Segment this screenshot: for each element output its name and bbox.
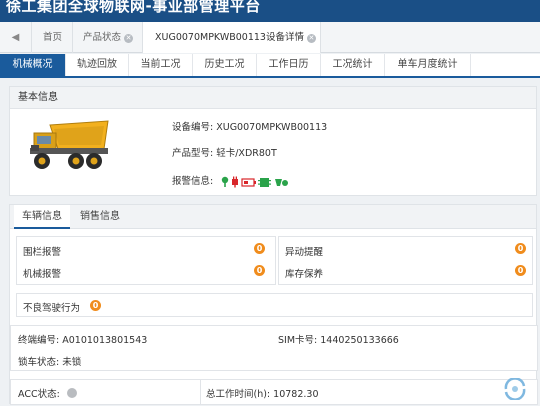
sub-tab-bar: 机械概况 轨迹回放 当前工况 历史工况 工作日历 工况统计 单车月度统计	[0, 54, 540, 78]
alarm-box-right: 异动提醒 0 库存保养 0	[278, 236, 533, 285]
tab-product-status[interactable]: 产品状态 ✕	[73, 22, 143, 53]
acc-status: ACC状态:	[18, 386, 77, 400]
signal-icon	[275, 178, 289, 186]
close-icon[interactable]: ✕	[124, 34, 134, 43]
alarm-status-icons	[222, 176, 289, 187]
basic-info-panel: 基本信息 设备编号: XUG0070MPKWB00113 产品型号: 轻卡/XD…	[9, 86, 537, 196]
gps-icon	[222, 176, 229, 187]
product-model-row: 产品型号: 轻卡/XDR80T	[172, 145, 277, 159]
product-model-label: 产品型号:	[172, 148, 214, 159]
detail-tab-bar: 车辆信息 销售信息	[10, 205, 536, 229]
product-model-value: 轻卡/XDR80T	[216, 148, 277, 159]
lock-status: 锁车状态: 未锁	[18, 354, 81, 368]
terminal-number-label: 终端编号:	[18, 335, 60, 346]
fence-alarm-label: 围栏报警	[23, 247, 62, 258]
tab-monthly-stats[interactable]: 单车月度统计	[385, 54, 471, 76]
tab-home[interactable]: 首页	[33, 22, 73, 53]
tab-condition-stats[interactable]: 工况统计	[321, 54, 385, 76]
tab-current-condition[interactable]: 当前工况	[129, 54, 193, 76]
device-number-label: 设备编号:	[172, 122, 214, 133]
abnormal-alert-label: 异动提醒	[285, 247, 324, 258]
tab-product-status-label: 产品状态	[83, 32, 122, 43]
work-hours-label: 总工作时间(h):	[206, 389, 271, 400]
acc-status-icon	[66, 388, 77, 398]
tab-home-label: 首页	[42, 32, 62, 43]
tab-device-detail-label: XUG0070MPKWB00113设备详情	[155, 32, 304, 43]
sim-number: SIM卡号: 1440250133666	[278, 332, 399, 346]
tab-work-calendar[interactable]: 工作日历	[257, 54, 321, 76]
alarm-info-row: 报警信息:	[172, 173, 290, 188]
chip-icon	[258, 177, 272, 187]
tab-history-condition[interactable]: 历史工况	[193, 54, 257, 76]
sim-number-value: 1440250133666	[320, 335, 399, 346]
device-number-row: 设备编号: XUG0070MPKWB00113	[172, 119, 327, 133]
sim-number-label: SIM卡号:	[278, 335, 318, 346]
tab-vehicle-info[interactable]: 车辆信息	[14, 205, 70, 229]
lock-status-label: 锁车状态:	[18, 357, 60, 368]
tab-back-button[interactable]: ◀	[0, 22, 32, 53]
acc-status-label: ACC状态:	[18, 389, 60, 400]
tab-device-detail[interactable]: XUG0070MPKWB00113设备详情 ✕	[143, 22, 321, 53]
machine-alarm-label: 机械报警	[23, 269, 62, 280]
total-work-hours: 总工作时间(h): 10782.30	[206, 386, 319, 400]
bad-driving-label: 不良驾驶行为	[23, 303, 81, 314]
fence-alarm-count[interactable]: 0	[254, 243, 265, 254]
abnormal-alert-count[interactable]: 0	[515, 243, 526, 254]
machine-alarm-count[interactable]: 0	[254, 265, 265, 276]
device-number-value: XUG0070MPKWB00113	[216, 122, 328, 133]
power-plug-icon	[232, 176, 239, 187]
work-hours-value: 10782.30	[273, 389, 319, 400]
bad-driving-box: 不良驾驶行为 0	[16, 293, 533, 317]
terminal-number-value: A0101013801543	[62, 335, 148, 346]
app-header: 徐工集团全球物联网-事业部管理平台	[0, 0, 540, 22]
battery-icon	[241, 177, 257, 187]
page-tab-bar: ◀ 首页 产品状态 ✕ XUG0070MPKWB00113设备详情 ✕	[0, 22, 540, 53]
alarm-info-label: 报警信息:	[172, 176, 214, 187]
app-title: 徐工集团全球物联网-事业部管理平台	[6, 0, 261, 15]
terminal-number: 终端编号: A0101013801543	[18, 332, 147, 346]
tab-machine-overview[interactable]: 机械概况	[0, 54, 66, 76]
stock-maintenance-count[interactable]: 0	[515, 265, 526, 276]
alarm-box-left: 围栏报警 0 机械报警 0	[16, 236, 276, 285]
corner-logo-icon	[504, 378, 526, 400]
stock-maintenance-label: 库存保养	[285, 269, 324, 280]
tab-track-playback[interactable]: 轨迹回放	[66, 54, 129, 76]
tab-sales-info[interactable]: 销售信息	[72, 205, 128, 229]
acc-divider	[200, 379, 201, 405]
truck-image	[30, 120, 109, 169]
vehicle-detail-section: 车辆信息 销售信息 围栏报警 0 机械报警 0 异动提醒 0 库存保养 0 不良…	[9, 204, 538, 405]
close-icon[interactable]: ✕	[306, 34, 316, 43]
bad-driving-count[interactable]: 0	[90, 300, 101, 311]
lock-status-value: 未锁	[62, 357, 82, 368]
basic-info-header: 基本信息	[10, 87, 536, 109]
